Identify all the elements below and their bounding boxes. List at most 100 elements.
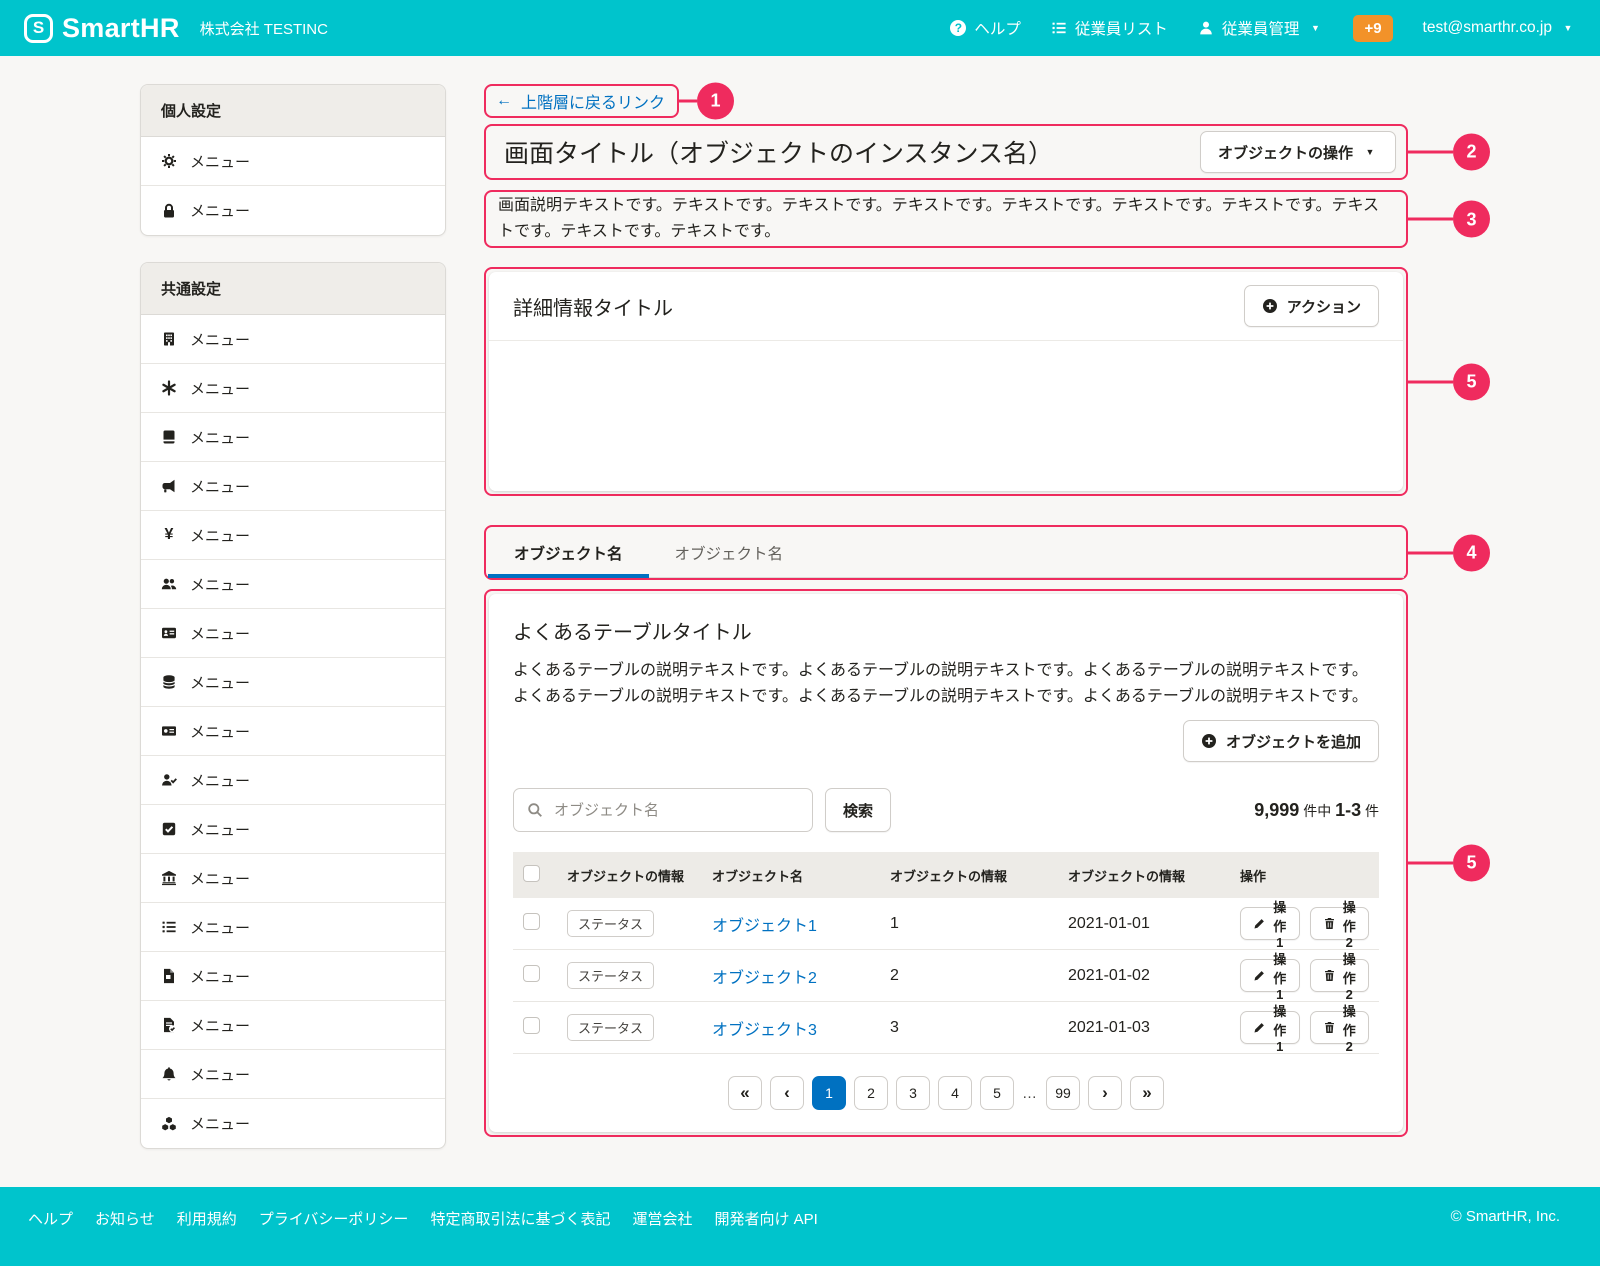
pagination-first-button[interactable]: «: [728, 1076, 762, 1110]
user-icon: [1198, 20, 1214, 36]
bank-icon: [161, 870, 177, 886]
row-edit-button[interactable]: 操作1: [1240, 1011, 1300, 1044]
file-icon: [161, 968, 177, 984]
sidebar-menu-item[interactable]: メニュー: [141, 903, 445, 952]
annotation-badge: 3: [1453, 201, 1490, 238]
annotation-box-description: 画面説明テキストです。テキストです。テキストです。テキストです。テキストです。テ…: [484, 190, 1408, 248]
annotation-badge: 4: [1453, 534, 1490, 571]
add-object-button[interactable]: オブジェクトを追加: [1183, 720, 1379, 762]
sidebar-menu-item[interactable]: メニュー: [141, 707, 445, 756]
pagination-next-button[interactable]: ›: [1088, 1076, 1122, 1110]
search-input[interactable]: [552, 801, 799, 820]
search-field[interactable]: [513, 788, 813, 832]
row-delete-button[interactable]: 操作2: [1310, 959, 1370, 992]
table-row: ステータス オブジェクト2 2 2021-01-02 操作1: [513, 950, 1379, 1002]
nav-employee-list[interactable]: 従業員リスト: [1051, 17, 1168, 39]
action-button[interactable]: アクション: [1244, 285, 1379, 327]
nav-help[interactable]: ? ヘルプ: [950, 17, 1021, 39]
back-link-label: 上階層に戻るリンク: [521, 89, 665, 113]
row-delete-button[interactable]: 操作2: [1310, 907, 1370, 940]
sidebar-menu-item[interactable]: メニュー: [141, 952, 445, 1001]
sidebar-menu-item[interactable]: メニュー: [141, 560, 445, 609]
annotation-box-back-link: ← 上階層に戻るリンク 1: [484, 84, 679, 118]
row-checkbox[interactable]: [523, 913, 540, 930]
pagination-ellipsis: …: [1022, 1085, 1038, 1102]
sidebar-menu-item[interactable]: メニュー: [141, 1001, 445, 1050]
object-date-cell: 2021-01-03: [1058, 1002, 1230, 1054]
bell-icon: [161, 1066, 177, 1082]
sidebar-menu-item[interactable]: メニュー: [141, 137, 445, 186]
sidebar-menu-item[interactable]: メニュー: [141, 854, 445, 903]
sidebar-menu-item[interactable]: メニュー: [141, 186, 445, 235]
footer-link[interactable]: プライバシーポリシー: [259, 1208, 409, 1229]
object-actions-button[interactable]: オブジェクトの操作 ▼: [1200, 131, 1396, 173]
sidebar-menu-item[interactable]: メニュー: [141, 756, 445, 805]
smarthr-logo[interactable]: S SmartHR: [24, 13, 180, 44]
pagination-last-button[interactable]: »: [1130, 1076, 1164, 1110]
row-edit-label: 操作1: [1273, 1001, 1287, 1054]
annotation-badge: 2: [1453, 134, 1490, 171]
sidebar-item-label: メニュー: [190, 868, 250, 889]
sidebar-menu-item[interactable]: メニュー: [141, 315, 445, 364]
footer-link[interactable]: 開発者向け API: [714, 1208, 817, 1229]
sidebar-menu-item[interactable]: メニュー: [141, 462, 445, 511]
row-edit-button[interactable]: 操作1: [1240, 907, 1300, 940]
object-link[interactable]: オブジェクト3: [712, 1022, 817, 1039]
sidebar-menu-item[interactable]: ¥ メニュー: [141, 511, 445, 560]
pagination-page-5[interactable]: 5: [980, 1076, 1014, 1110]
nav-help-label: ヘルプ: [974, 17, 1021, 39]
object-info-cell: 3: [880, 1002, 1058, 1054]
sidebar-item-label: メニュー: [190, 623, 250, 644]
plus-circle-icon: [1262, 298, 1278, 314]
object-link[interactable]: オブジェクト1: [712, 918, 817, 935]
sidebar-menu-item[interactable]: メニュー: [141, 805, 445, 854]
pagination-prev-button[interactable]: ‹: [770, 1076, 804, 1110]
sidebar-menu-item[interactable]: メニュー: [141, 413, 445, 462]
megaphone-icon: [161, 478, 177, 494]
pagination-page-4[interactable]: 4: [938, 1076, 972, 1110]
account-menu[interactable]: test@smarthr.co.jp ▼: [1423, 19, 1576, 37]
search-icon: [527, 802, 543, 818]
sidebar-menu-item[interactable]: メニュー: [141, 1050, 445, 1099]
row-delete-button[interactable]: 操作2: [1310, 1011, 1370, 1044]
sidebar-menu-item[interactable]: メニュー: [141, 1099, 445, 1148]
search-button[interactable]: 検索: [825, 788, 891, 832]
cubes-icon: [161, 1116, 177, 1132]
nav-employee-admin[interactable]: 従業員管理 ▼: [1198, 17, 1324, 39]
annotation-box-tabs: オブジェクト名 オブジェクト名 4: [484, 525, 1408, 580]
count-total: 9,999: [1254, 800, 1299, 820]
footer-link[interactable]: 特定商取引法に基づく表記: [430, 1208, 610, 1229]
database-icon: [161, 674, 177, 690]
object-link[interactable]: オブジェクト2: [712, 970, 817, 987]
sidebar-menu-item[interactable]: メニュー: [141, 364, 445, 413]
footer-link[interactable]: 運営会社: [632, 1208, 692, 1229]
detail-panel-body: [489, 341, 1403, 491]
sidebar-menu-item[interactable]: メニュー: [141, 609, 445, 658]
tab-object-1[interactable]: オブジェクト名: [488, 527, 649, 578]
footer-link[interactable]: 利用規約: [177, 1208, 237, 1229]
back-link[interactable]: ← 上階層に戻るリンク: [496, 89, 665, 113]
yen-icon: ¥: [161, 527, 177, 543]
tab-object-2[interactable]: オブジェクト名: [649, 527, 810, 578]
main-content: ← 上階層に戻るリンク 1 画面タイトル（オブジェクトのインスタンス名） オブジ…: [484, 84, 1408, 1137]
pagination-page-3[interactable]: 3: [896, 1076, 930, 1110]
row-edit-button[interactable]: 操作1: [1240, 959, 1300, 992]
pagination-page-1[interactable]: 1: [812, 1076, 846, 1110]
users-icon: [161, 576, 177, 592]
table-panel: よくあるテーブルタイトル よくあるテーブルの説明テキストです。よくあるテーブルの…: [489, 594, 1403, 1132]
select-all-checkbox[interactable]: [523, 865, 540, 882]
pagination-page-99[interactable]: 99: [1046, 1076, 1080, 1110]
app-footer: ヘルプ お知らせ 利用規約 プライバシーポリシー特定商取引法に基づく表記 運営会社 開発者…: [0, 1187, 1600, 1266]
row-checkbox[interactable]: [523, 1017, 540, 1034]
footer-link[interactable]: ヘルプ: [28, 1208, 73, 1229]
sidebar-menu-item[interactable]: メニュー: [141, 658, 445, 707]
table-row: ステータス オブジェクト1 1 2021-01-01 操作1: [513, 898, 1379, 950]
pagination-page-2[interactable]: 2: [854, 1076, 888, 1110]
row-checkbox[interactable]: [523, 965, 540, 982]
sidebar-section-personal: 個人設定 メニュー メニュー: [140, 84, 446, 236]
footer-link[interactable]: お知らせ: [95, 1208, 155, 1229]
object-date-cell: 2021-01-02: [1058, 950, 1230, 1002]
notification-badge[interactable]: +9: [1353, 15, 1392, 42]
result-count: 9,999 件中 1-3 件: [1254, 800, 1379, 821]
trash-icon: [1323, 969, 1336, 982]
